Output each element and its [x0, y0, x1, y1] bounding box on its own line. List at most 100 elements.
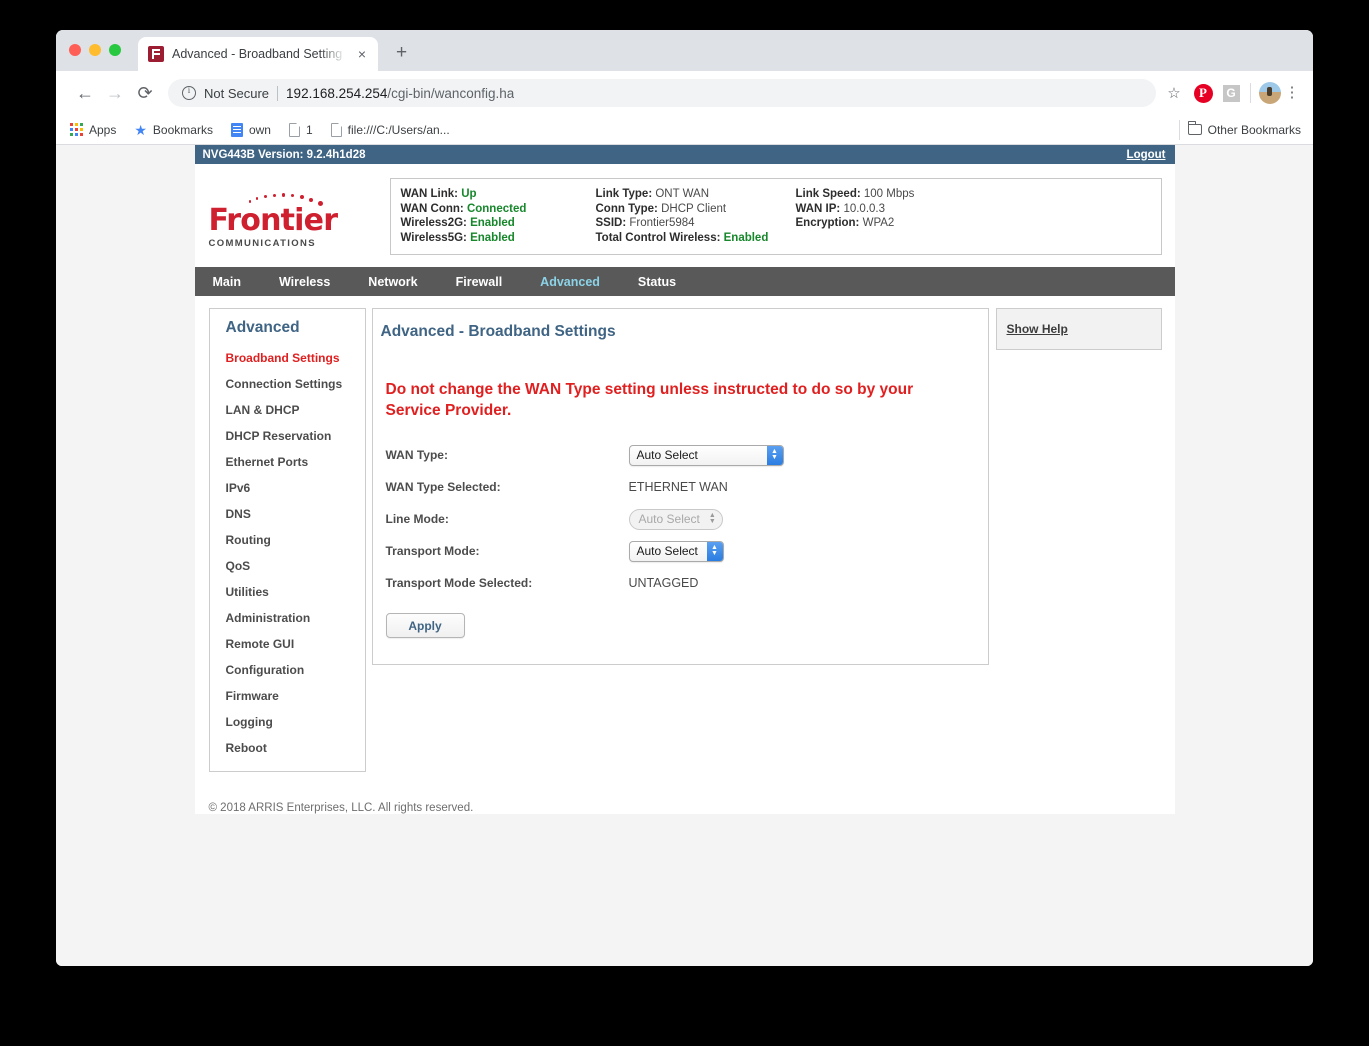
- status-column: WAN Link: Up WAN Conn: Connected Wireles…: [401, 187, 596, 245]
- nav-tab-firewall[interactable]: Firewall: [456, 275, 522, 289]
- sidebar-item-broadband-settings[interactable]: Broadband Settings: [210, 345, 365, 371]
- nav-tab-main[interactable]: Main: [213, 275, 260, 289]
- bookmarks-divider: [1178, 119, 1180, 140]
- star-icon: ★: [134, 121, 147, 138]
- bookmark-own[interactable]: own: [230, 122, 280, 137]
- apps-grid-icon: [70, 123, 83, 136]
- status-item: WAN Conn: Connected: [400, 202, 527, 215]
- sidebar-item-ethernet-ports[interactable]: Ethernet Ports: [210, 449, 365, 475]
- page-body: Advanced Broadband Settings Connection S…: [195, 296, 1175, 772]
- sidebar-item-logging[interactable]: Logging: [210, 709, 365, 735]
- new-tab-button[interactable]: +: [396, 43, 407, 62]
- wan-type-selected-value: ETHERNET WAN: [628, 480, 728, 494]
- grammarly-extension-icon[interactable]: G: [1220, 82, 1242, 104]
- bookmark-1[interactable]: 1: [288, 122, 322, 137]
- back-icon[interactable]: ←: [70, 78, 100, 108]
- chevron-updown-icon: ▲ ▼: [706, 541, 723, 561]
- footer-copyright: © 2018 ARRIS Enterprises, LLC. All right…: [208, 802, 474, 814]
- sidebar-menu: Advanced Broadband Settings Connection S…: [208, 308, 366, 772]
- apply-button[interactable]: Apply: [385, 613, 465, 638]
- transport-mode-select[interactable]: Auto Select ▲ ▼: [628, 540, 724, 562]
- other-bookmarks-button[interactable]: Other Bookmarks: [1187, 121, 1301, 137]
- content-panel: Advanced - Broadband Settings Do not cha…: [371, 308, 989, 665]
- line-mode-label: Line Mode:: [385, 512, 449, 526]
- info-icon[interactable]: [182, 85, 196, 100]
- minimize-window-button[interactable]: [89, 44, 101, 56]
- status-item: WAN IP: 10.0.0.3: [795, 202, 886, 215]
- field-row-transport-mode: Transport Mode: Auto Select ▲ ▼: [386, 535, 974, 567]
- user-avatar[interactable]: [1259, 82, 1281, 104]
- line-mode-select-value: Auto Select: [638, 512, 700, 526]
- page-viewport: NVG443B Version: 9.2.4h1d28 Logout Front…: [56, 145, 1313, 966]
- status-item: Encryption: WPA2: [795, 217, 895, 229]
- nav-tab-network[interactable]: Network: [368, 275, 436, 289]
- nav-tab-status[interactable]: Status: [638, 275, 695, 289]
- status-item: Wireless2G: Enabled: [400, 217, 515, 229]
- logo-dot-arc-icon: [248, 192, 369, 206]
- status-item: Conn Type: DHCP Client: [595, 202, 727, 215]
- status-item: Total Control Wireless: Enabled: [595, 231, 769, 244]
- status-summary-box: WAN Link: Up WAN Conn: Connected Wireles…: [389, 178, 1162, 255]
- logo-brand-text: Frontier: [208, 203, 339, 238]
- sidebar-item-lan-dhcp[interactable]: LAN & DHCP: [210, 397, 365, 423]
- bookmarks-bar: Apps ★ Bookmarks own 1 file:///C:/Users/…: [56, 115, 1313, 145]
- status-item: SSID: Frontier5984: [595, 217, 695, 229]
- status-column: Link Speed: 100 Mbps WAN IP: 10.0.0.3 En…: [796, 187, 976, 245]
- sidebar-item-firmware[interactable]: Firmware: [210, 683, 365, 709]
- security-status-label: Not Secure: [204, 85, 270, 101]
- sidebar-item-qos[interactable]: QoS: [210, 553, 365, 579]
- help-panel: Show Help: [995, 308, 1162, 350]
- browser-tab[interactable]: Advanced - Broadband Setting ×: [138, 37, 378, 71]
- url-text: 192.168.254.254/cgi-bin/wanconfig.ha: [286, 86, 514, 101]
- sidebar-item-administration[interactable]: Administration: [210, 605, 365, 631]
- field-row-wan-type-selected: WAN Type Selected: ETHERNET WAN: [386, 471, 974, 503]
- pinterest-extension-icon[interactable]: P: [1192, 82, 1214, 104]
- bookmark-star-icon[interactable]: ☆: [1162, 84, 1186, 102]
- main-nav: Main Wireless Network Firewall Advanced …: [194, 267, 1175, 296]
- sidebar-item-utilities[interactable]: Utilities: [210, 579, 365, 605]
- browser-window: Advanced - Broadband Setting × + ← → ⟳ N…: [56, 30, 1313, 966]
- nav-tab-advanced[interactable]: Advanced: [540, 275, 619, 289]
- chevron-updown-icon: ▲ ▼: [766, 445, 783, 465]
- sidebar-item-dhcp-reservation[interactable]: DHCP Reservation: [210, 423, 365, 449]
- close-tab-icon[interactable]: ×: [354, 47, 370, 61]
- page-header: Frontier COMMUNICATIONS WAN Link: Up WAN…: [195, 164, 1175, 267]
- logout-link[interactable]: Logout: [1127, 149, 1166, 161]
- status-column: Link Type: ONT WAN Conn Type: DHCP Clien…: [596, 187, 796, 245]
- window-controls: [69, 44, 121, 56]
- sidebar-title: Advanced: [225, 319, 300, 336]
- sidebar-item-remote-gui[interactable]: Remote GUI: [210, 631, 365, 657]
- browser-menu-icon[interactable]: ⋮: [1281, 86, 1303, 100]
- wan-type-select[interactable]: Auto Select ▲ ▼: [628, 444, 784, 466]
- sidebar-item-connection-settings[interactable]: Connection Settings: [210, 371, 365, 397]
- bookmark-label: file:///C:/Users/an...: [347, 122, 450, 137]
- sidebar-item-routing[interactable]: Routing: [210, 527, 365, 553]
- reload-icon[interactable]: ⟳: [130, 78, 160, 108]
- sidebar-item-dns[interactable]: DNS: [210, 501, 365, 527]
- status-item: Link Speed: 100 Mbps: [795, 188, 915, 200]
- close-window-button[interactable]: [69, 44, 81, 56]
- bookmark-apps[interactable]: Apps: [70, 123, 125, 137]
- bookmark-file[interactable]: file:///C:/Users/an...: [330, 122, 459, 137]
- folder-icon: [1187, 121, 1202, 135]
- wan-type-select-value: Auto Select: [636, 448, 698, 462]
- document-icon: [330, 122, 342, 137]
- nav-tab-wireless[interactable]: Wireless: [279, 275, 349, 289]
- sidebar-item-configuration[interactable]: Configuration: [210, 657, 365, 683]
- transport-mode-selected-value: UNTAGGED: [628, 576, 699, 590]
- tab-title: Advanced - Broadband Setting: [172, 47, 343, 61]
- sidebar-item-ipv6[interactable]: IPv6: [210, 475, 365, 501]
- status-item: Wireless5G: Enabled: [400, 231, 515, 244]
- sidebar-item-reboot[interactable]: Reboot: [210, 735, 365, 761]
- forward-icon[interactable]: →: [100, 78, 130, 108]
- show-help-link[interactable]: Show Help: [1007, 322, 1068, 336]
- frontier-f-icon: [148, 46, 164, 62]
- logo-sub-text: COMMUNICATIONS: [208, 238, 316, 249]
- maximize-window-button[interactable]: [109, 44, 121, 56]
- status-item: Link Type: ONT WAN: [595, 188, 710, 200]
- address-bar[interactable]: Not Secure 192.168.254.254/cgi-bin/wanco…: [168, 79, 1156, 107]
- other-bookmarks-label: Other Bookmarks: [1207, 122, 1301, 137]
- document-blue-icon: [230, 122, 243, 137]
- bookmark-bookmarks[interactable]: ★ Bookmarks: [134, 123, 222, 137]
- omnibox-divider: [277, 85, 279, 101]
